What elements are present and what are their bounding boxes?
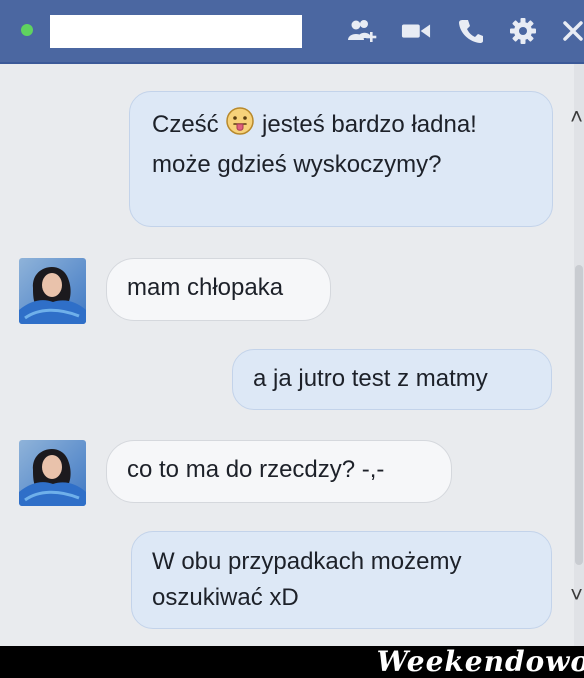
message-bubble-outgoing[interactable]: W obu przypadkach możemy oszukiwać xD (131, 531, 552, 629)
message-bubble-outgoing[interactable]: a ja jutro test z matmy (232, 349, 552, 410)
watermark-bar: Weekendowo (0, 646, 584, 678)
message-text: a ja jutro test z matmy (253, 365, 488, 392)
message-text: mam chłopaka (127, 274, 284, 301)
scroll-down-icon[interactable]: ˅ (570, 584, 583, 606)
phone-icon[interactable] (456, 16, 486, 46)
chat-titlebar (0, 0, 584, 64)
tongue-out-face-icon (225, 106, 255, 147)
contact-avatar[interactable] (19, 258, 86, 324)
message-bubble-incoming[interactable]: co to ma do rzecdzy? -,- (106, 440, 452, 503)
scroll-up-icon[interactable]: ˄ (570, 106, 583, 128)
add-friend-icon[interactable] (348, 16, 378, 46)
watermark-text: Weekendowo (376, 645, 584, 678)
message-text: co to ma do rzecdzy? -,- (127, 456, 385, 483)
message-text: Cześć (152, 111, 219, 138)
contact-name[interactable] (50, 15, 302, 48)
online-status-dot (21, 24, 33, 36)
close-icon[interactable] (558, 16, 584, 46)
message-bubble-incoming[interactable]: mam chłopaka (106, 258, 331, 321)
scrollbar-thumb[interactable] (575, 265, 583, 565)
message-text: W obu przypadkach możemy oszukiwać xD (152, 548, 462, 611)
contact-avatar[interactable] (19, 440, 86, 506)
video-call-icon[interactable] (401, 16, 431, 46)
message-bubble-outgoing[interactable]: Cześć jesteś bardzo ładna! może gdzieś w… (129, 91, 553, 227)
gear-icon[interactable] (508, 16, 538, 46)
